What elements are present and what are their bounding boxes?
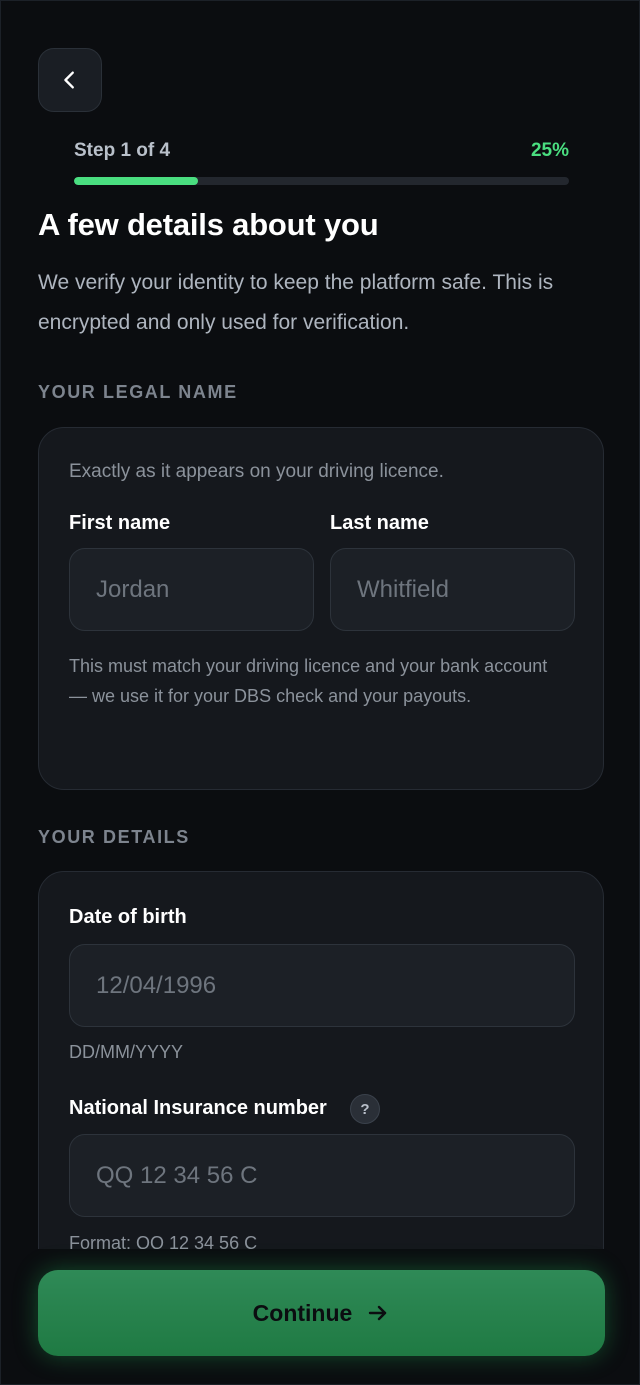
dob-input[interactable] [96,971,574,1000]
last-name-field[interactable] [330,548,575,631]
first-name-label: First name [69,512,171,534]
page-title: A few details about you [38,207,379,242]
ni-field[interactable] [69,1134,575,1217]
legal-name-card: Exactly as it appears on your driving li… [38,427,604,790]
ni-input[interactable] [96,1161,574,1190]
back-button[interactable] [38,48,102,112]
dob-format-hint: DD/MM/YYYY [69,1042,184,1062]
progress-bar [74,177,569,185]
last-name-label: Last name [330,512,429,534]
continue-label: Continue [252,1299,353,1326]
arrow-right-icon [369,1305,387,1321]
continue-button[interactable]: Continue [38,1270,605,1356]
page-subtitle: We verify your identity to keep the plat… [38,271,554,334]
chevron-left-icon [64,71,74,89]
first-name-field[interactable] [69,548,314,631]
step-label: Step 1 of 4 [74,140,171,161]
screen: Step 1 of 4 25% A few details about you … [0,0,640,1385]
dob-field[interactable] [69,944,575,1027]
section-label-legal-name: YOUR LEGAL NAME [38,382,238,402]
last-name-input[interactable] [357,575,574,604]
question-icon[interactable]: ? [350,1094,380,1124]
first-name-input[interactable] [96,575,313,604]
legal-name-help: This must match your driving licence and… [69,656,548,706]
progress-percent: 25% [530,140,569,161]
ni-label: National Insurance number [69,1097,327,1119]
progress-fill [74,177,198,185]
dob-label: Date of birth [69,906,187,928]
legal-name-hint: Exactly as it appears on your driving li… [69,461,444,482]
section-label-details: YOUR DETAILS [38,827,190,847]
step-indicator: Step 1 of 4 25% [74,139,569,163]
